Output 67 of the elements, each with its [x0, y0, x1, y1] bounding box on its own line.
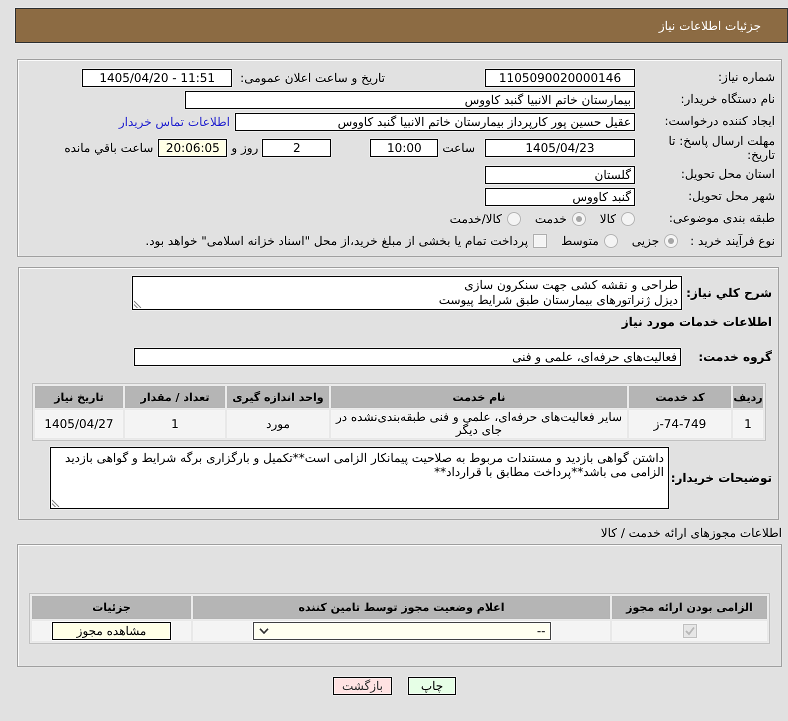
column-header: کد خدمت — [629, 386, 731, 408]
column-header: اعلام وضعیت مجوز توسط تامین کننده — [193, 596, 610, 619]
time-label: ساعت — [442, 140, 475, 157]
requester-field[interactable]: عقیل حسین پور کارپرداز بیمارستان خاتم الانبیا گنبد کاووس — [235, 112, 635, 130]
radio-label: کالا — [600, 212, 616, 226]
need-number-field[interactable]: 1105090020000146 — [485, 68, 635, 86]
column-header: ردیف — [733, 386, 763, 408]
checkbox[interactable] — [533, 234, 548, 248]
field-label: گروه خدمت: — [697, 349, 772, 365]
chevron-down-icon — [258, 628, 268, 634]
column-header: نام خدمت — [331, 386, 627, 408]
column-header: تعداد / مقدار — [125, 386, 225, 408]
radio-button[interactable] — [664, 234, 678, 248]
field-label: استان محل تحویل: — [680, 167, 775, 182]
radio-button[interactable] — [506, 212, 521, 226]
province-field[interactable]: گلستان — [485, 166, 635, 184]
radio-label: خدمت — [534, 212, 567, 226]
table-cell: 1 — [733, 410, 763, 438]
page-title: جزئیات اطلاعات نیاز — [658, 18, 761, 32]
field-label: ایجاد کننده درخواست: — [663, 114, 775, 129]
buyer-contact-link[interactable]: اطلاعات تماس خریدار — [118, 114, 230, 128]
checkbox[interactable] — [682, 624, 696, 638]
print-button[interactable]: چاپ — [408, 677, 456, 695]
table-cell: مورد — [227, 410, 329, 438]
days-label: روز و — [231, 140, 258, 157]
remaining-time-field[interactable]: 20:06:05 — [158, 139, 228, 157]
deadline-time-field[interactable]: 10:00 — [370, 139, 438, 157]
section-title: اطلاعات مجوزهای ارائه خدمت / کالا — [600, 526, 782, 541]
field-label: نام دستگاه خریدار: — [680, 92, 775, 107]
deadline-date-field[interactable]: 1405/04/23 — [485, 139, 635, 157]
buyer-org-field[interactable]: بیمارستان خاتم الانبیا گنبد کاووس — [185, 90, 635, 108]
summary-field[interactable]: طراحی و نقشه کشی جهت سنکرون سازی دیزل ژنراتورهای بیمارستان طبق شرایط پیوست — [132, 276, 682, 310]
days-field[interactable]: 2 — [262, 139, 332, 157]
radio-button[interactable] — [572, 212, 586, 226]
field-label: نوع فرآیند خرید : — [690, 234, 775, 248]
treasury-payment-label: پرداخت تمام یا بخشی از مبلغ خرید،از محل "اسناد خزانه اسلامی" خواهد بود. — [145, 232, 528, 250]
radio-label: متوسط — [561, 234, 599, 248]
city-field[interactable]: گنبد کاووس — [485, 188, 635, 206]
back-button[interactable]: بازگشت — [333, 677, 392, 695]
service-group-field[interactable]: فعالیت‌های حرفه‌ای، علمی و فنی — [134, 348, 681, 366]
table-cell: ز-74-749 — [629, 410, 731, 438]
radio-label: جزیی — [632, 234, 660, 248]
table-cell: سایر فعالیت‌های حرفه‌ای، علمی و فنی طبقه‌بندی‌نشده در جای دیگر — [331, 410, 627, 438]
remaining-label: ساعت باقي مانده — [64, 140, 154, 157]
field-label: تاریخ و ساعت اعلان عمومی: — [240, 70, 385, 84]
field-label: شرح کلي نیاز: — [685, 285, 772, 301]
field-label: توضیحات خریدار: — [671, 470, 772, 486]
table-cell: 1405/04/27 — [35, 410, 123, 438]
radio-label: کالا/خدمت — [450, 212, 502, 226]
radio-button[interactable] — [604, 234, 618, 248]
radio-button[interactable] — [621, 212, 635, 226]
field-label: طبقه بندی موضوعی: — [668, 211, 775, 226]
resize-grip-icon — [134, 300, 142, 308]
field-label: شهر محل تحویل: — [687, 189, 775, 204]
status-select[interactable]: -- — [252, 622, 550, 640]
column-header: جزئیات — [32, 596, 191, 619]
section-title: اطلاعات خدمات مورد نیاز — [620, 315, 772, 330]
view-permit-button[interactable]: مشاهده مجوز — [52, 622, 171, 640]
resize-grip-icon — [52, 499, 60, 507]
column-header: واحد اندازه گیری — [227, 386, 329, 408]
field-label: شماره نیاز: — [717, 70, 775, 85]
buyer-notes-field[interactable]: داشتن گواهی بازدید و مستندات مربوط به صلاحیت پیمانکار الزامی است**تکمیل و بارگزاری برگه شرایط و گواهی بازدید الزامی می باشد**پرداخت مطابق با قرارداد** — [50, 447, 669, 509]
announce-date-field[interactable]: 1405/04/20 - 11:51 — [82, 68, 232, 86]
column-header: الزامی بودن ارائه مجوز — [612, 596, 767, 619]
field-label: مهلت ارسال پاسخ: تا تاریخ: — [667, 134, 775, 162]
column-header: تاریخ نیاز — [35, 386, 123, 408]
table-cell: 1 — [125, 410, 225, 438]
